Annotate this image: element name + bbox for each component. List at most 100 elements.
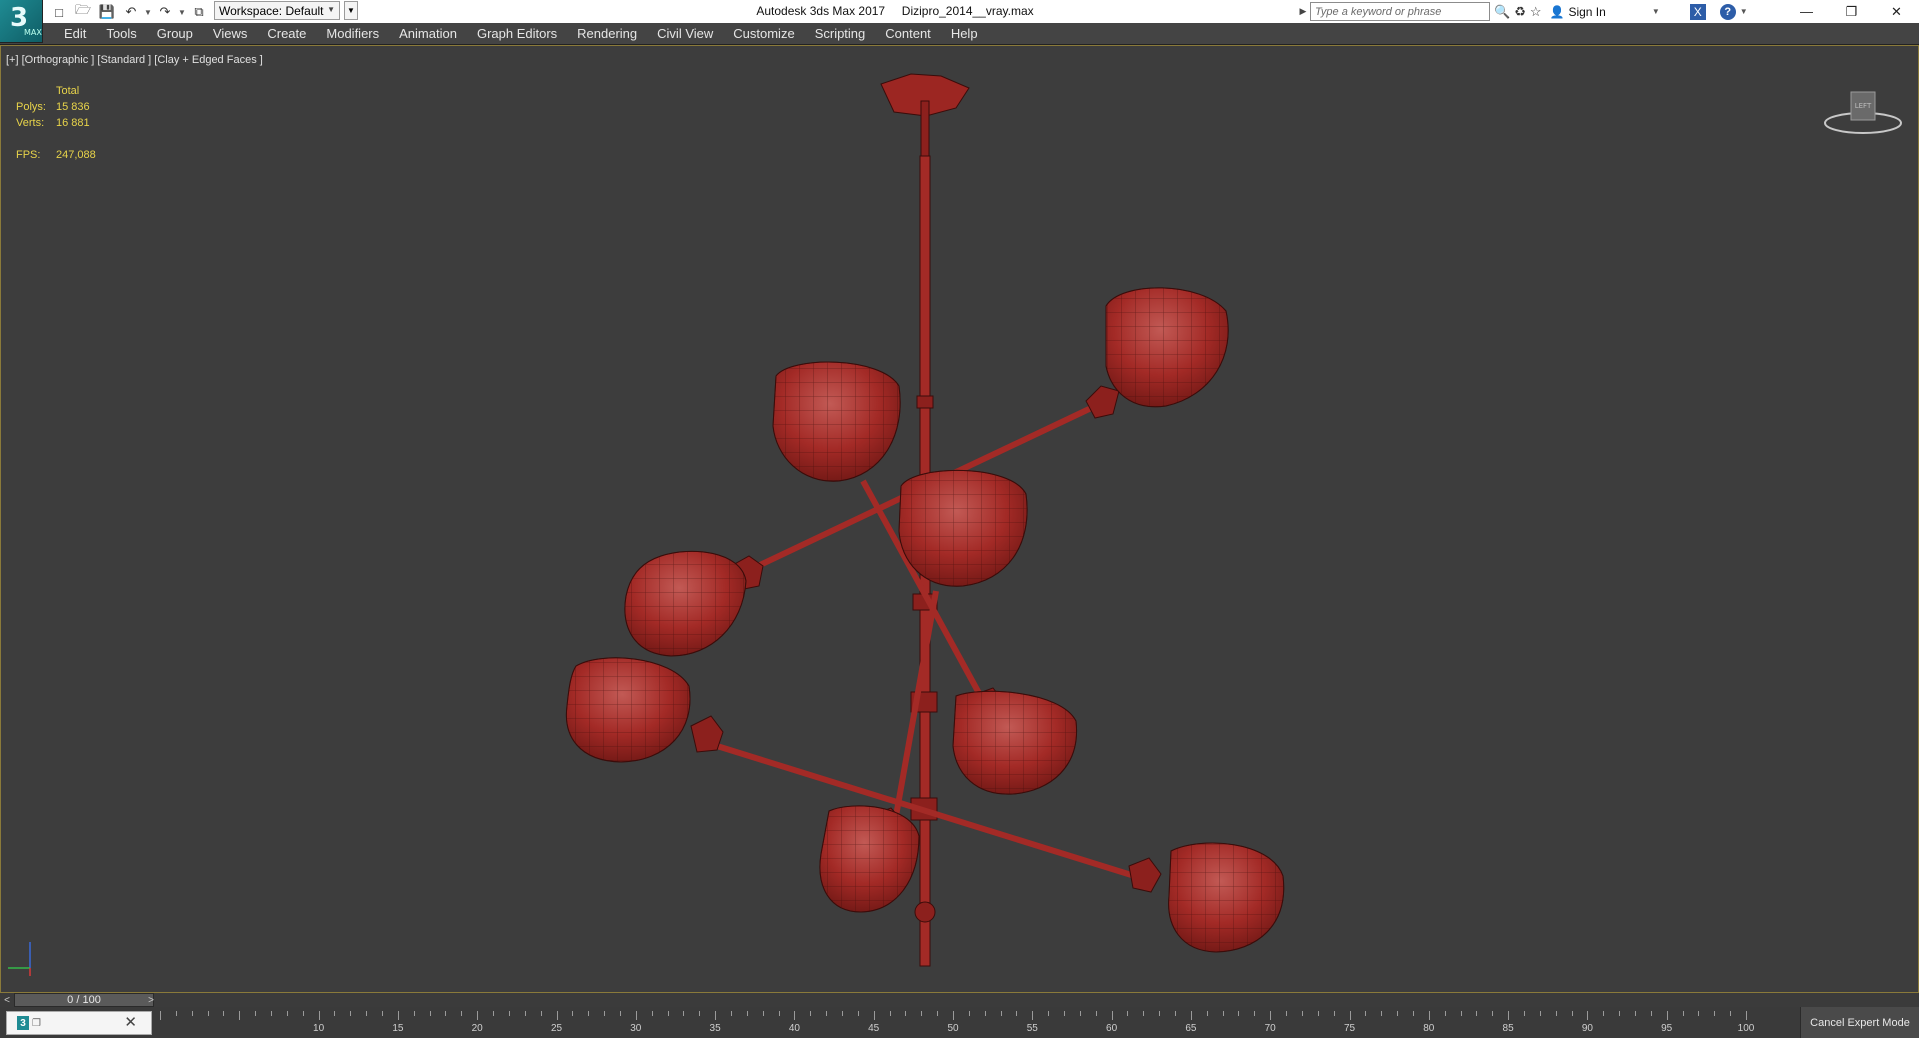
app-logo-icon[interactable]: 3 MAX — [0, 0, 43, 43]
track-bar-tick — [619, 1011, 621, 1016]
track-bar-tick — [1730, 1011, 1732, 1016]
track-bar-tick — [477, 1011, 479, 1020]
track-bar-tick — [191, 1011, 193, 1016]
track-bar-tick — [794, 1011, 796, 1020]
track-bar-tick — [984, 1011, 986, 1016]
menu-graph-editors[interactable]: Graph Editors — [467, 23, 567, 45]
track-bar-tick — [826, 1011, 828, 1016]
track-bar-tick — [857, 1011, 859, 1016]
track-bar-tick — [1095, 1011, 1097, 1016]
time-slider-next-button[interactable]: > — [144, 993, 158, 1007]
binoculars-icon[interactable]: 🔍 — [1494, 4, 1510, 20]
track-bar-tick — [905, 1011, 907, 1016]
track-bar-tick — [1666, 1011, 1668, 1020]
track-bar-tick — [1444, 1011, 1446, 1016]
maxscript-mini-listener[interactable]: 3 ❐ ✕ — [6, 1011, 152, 1035]
track-bar-tick — [588, 1011, 590, 1016]
track-bar-tick-label: 75 — [1343, 1023, 1356, 1034]
chandelier-model[interactable] — [1, 46, 1918, 992]
track-bar-tick-label: 10 — [313, 1023, 325, 1034]
menu-scripting[interactable]: Scripting — [805, 23, 876, 45]
track-bar-tick — [1539, 1011, 1541, 1016]
communication-center-icon[interactable]: ♻ — [1514, 4, 1526, 20]
autodesk-exchange-icon[interactable]: X — [1689, 3, 1706, 20]
track-bar-tick — [1254, 1011, 1256, 1016]
sign-in-button[interactable]: 👤 Sign In ▼ — [1550, 5, 1660, 19]
menu-tools[interactable]: Tools — [96, 23, 146, 45]
search-expand-icon[interactable]: ▶ — [1298, 2, 1308, 20]
track-bar-tick — [223, 1011, 225, 1016]
track-bar-tick — [1270, 1011, 1272, 1020]
chevron-down-icon: ▼ — [1651, 7, 1660, 16]
time-slider-prev-button[interactable]: < — [0, 993, 14, 1007]
track-bar-tick — [1682, 1011, 1684, 1016]
track-bar-tick — [921, 1011, 923, 1016]
track-bar-tick-label: 70 — [1264, 1023, 1276, 1034]
track-bar-tick-label: 15 — [392, 1023, 404, 1034]
menu-bar: Edit Tools Group Views Create Modifiers … — [0, 23, 1919, 45]
track-bar-tick — [334, 1011, 336, 1016]
minimize-icon[interactable]: — — [1784, 0, 1829, 23]
track-bar-tick — [1492, 1011, 1494, 1016]
track-bar-tick — [1064, 1011, 1066, 1016]
menu-group[interactable]: Group — [147, 23, 203, 45]
menu-civil-view[interactable]: Civil View — [647, 23, 723, 45]
track-bar-tick — [1476, 1011, 1478, 1016]
axis-tripod-icon — [8, 942, 31, 976]
track-bar-tick — [730, 1011, 732, 1016]
menu-help[interactable]: Help — [941, 23, 988, 45]
track-bar-tick — [1428, 1011, 1430, 1020]
menu-create[interactable]: Create — [257, 23, 316, 45]
track-bar-tick — [1079, 1011, 1081, 1016]
track-bar-tick — [397, 1011, 399, 1020]
track-bar-tick — [1016, 1011, 1018, 1016]
app-small-icon: 3 — [17, 1016, 29, 1030]
track-bar-tick — [255, 1011, 257, 1016]
close-small-icon[interactable]: ✕ — [124, 1013, 137, 1031]
favorites-star-icon[interactable]: ☆ — [1530, 4, 1542, 20]
restore-icon[interactable]: ❐ — [1829, 0, 1874, 23]
track-bar-tick-label: 95 — [1661, 1023, 1673, 1034]
menu-rendering[interactable]: Rendering — [567, 23, 647, 45]
menu-animation[interactable]: Animation — [389, 23, 467, 45]
track-bar-tick — [1714, 1011, 1716, 1016]
menu-edit[interactable]: Edit — [54, 23, 96, 45]
track-bar-tick — [1000, 1011, 1002, 1016]
help-dropdown-icon[interactable]: ▼ — [1740, 7, 1748, 16]
track-bar-tick — [1381, 1011, 1383, 1016]
menu-views[interactable]: Views — [203, 23, 257, 45]
viewcube-icon[interactable]: LEFT — [1820, 82, 1906, 142]
search-input[interactable] — [1310, 2, 1490, 21]
track-bar-tick — [1333, 1011, 1335, 1016]
menu-modifiers[interactable]: Modifiers — [316, 23, 389, 45]
track-bar-tick — [778, 1011, 780, 1016]
track-bar-tick — [413, 1011, 415, 1016]
menu-customize[interactable]: Customize — [723, 23, 804, 45]
title-bar: 3 MAX □ 🗁 💾 ↶ ▼ ↷ ▼ ⧉ Workspace: Default… — [0, 0, 1919, 43]
track-bar-tick — [1222, 1011, 1224, 1016]
track-bar-tick — [1048, 1011, 1050, 1016]
track-bar-tick — [556, 1011, 558, 1020]
cancel-expert-mode-button[interactable]: Cancel Expert Mode — [1800, 1007, 1919, 1038]
track-bar-tick — [445, 1011, 447, 1016]
track-bar-tick — [524, 1011, 526, 1016]
track-bar[interactable]: 10 15 20 25 30 35 40 45 50 55 60 65 70 75 80 85 90 95 100 — [158, 1011, 1754, 1038]
restore-small-icon[interactable]: ❐ — [32, 1018, 41, 1029]
track-bar-tick — [1587, 1011, 1589, 1020]
close-icon[interactable]: ✕ — [1874, 0, 1919, 23]
time-slider-thumb[interactable]: 0 / 100 — [14, 993, 154, 1007]
track-bar-tick — [1032, 1011, 1034, 1020]
track-bar-tick-label: 40 — [788, 1023, 800, 1034]
track-bar-tick — [1555, 1011, 1557, 1016]
menu-content[interactable]: Content — [875, 23, 941, 45]
track-bar-tick — [318, 1011, 320, 1020]
track-bar-tick — [1571, 1011, 1573, 1016]
help-icon[interactable]: ? — [1719, 3, 1736, 20]
track-bar-tick — [540, 1011, 542, 1016]
track-bar-tick-label: 35 — [709, 1023, 721, 1034]
track-bar-tick — [175, 1011, 177, 1016]
viewport[interactable]: [+] [Orthographic ] [Standard ] [Clay + … — [0, 45, 1919, 993]
track-bar-tick — [572, 1011, 574, 1016]
time-slider[interactable]: < 0 / 100 > — [0, 993, 1919, 1007]
track-bar-tick — [1603, 1011, 1605, 1016]
